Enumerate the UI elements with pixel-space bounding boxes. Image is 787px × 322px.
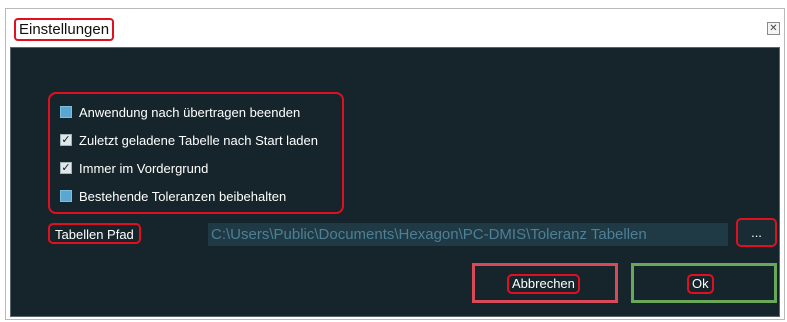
dialog-body: Anwendung nach übertragen beenden ✓ Zule… <box>10 47 780 317</box>
cancel-button[interactable]: Abbrechen <box>472 263 618 303</box>
checkbox-checked-icon[interactable]: ✓ <box>60 134 72 146</box>
option-label: Zuletzt geladene Tabelle nach Start lade… <box>79 132 318 148</box>
option-label: Bestehende Toleranzen beibehalten <box>79 188 287 204</box>
window-title: Einstellungen <box>14 18 115 41</box>
ok-button[interactable]: Ok <box>631 263 777 303</box>
checkbox-unchecked-icon[interactable] <box>60 190 72 202</box>
title-bar: Einstellungen ✕ <box>6 9 784 47</box>
option-label: Immer im Vordergrund <box>79 160 209 176</box>
browse-button[interactable]: ... <box>736 218 777 247</box>
close-icon[interactable]: ✕ <box>767 22 780 35</box>
option-load-last-table[interactable]: ✓ Zuletzt geladene Tabelle nach Start la… <box>60 132 318 148</box>
option-label: Anwendung nach übertragen beenden <box>79 104 301 120</box>
cancel-button-label: Abbrechen <box>507 274 580 294</box>
option-keep-tolerances[interactable]: Bestehende Toleranzen beibehalten <box>60 188 286 204</box>
checkbox-checked-icon[interactable]: ✓ <box>60 162 72 174</box>
table-path-input[interactable]: C:\Users\Public\Documents\Hexagon\PC-DMI… <box>208 223 728 246</box>
options-group: Anwendung nach übertragen beenden ✓ Zule… <box>48 92 344 214</box>
option-close-after-transfer[interactable]: Anwendung nach übertragen beenden <box>60 104 300 120</box>
ok-button-label: Ok <box>687 274 714 294</box>
settings-dialog: Einstellungen ✕ Anwendung nach übertrage… <box>5 8 785 320</box>
table-path-label: Tabellen Pfad <box>48 223 141 244</box>
option-always-on-top[interactable]: ✓ Immer im Vordergrund <box>60 160 208 176</box>
checkbox-unchecked-icon[interactable] <box>60 106 72 118</box>
